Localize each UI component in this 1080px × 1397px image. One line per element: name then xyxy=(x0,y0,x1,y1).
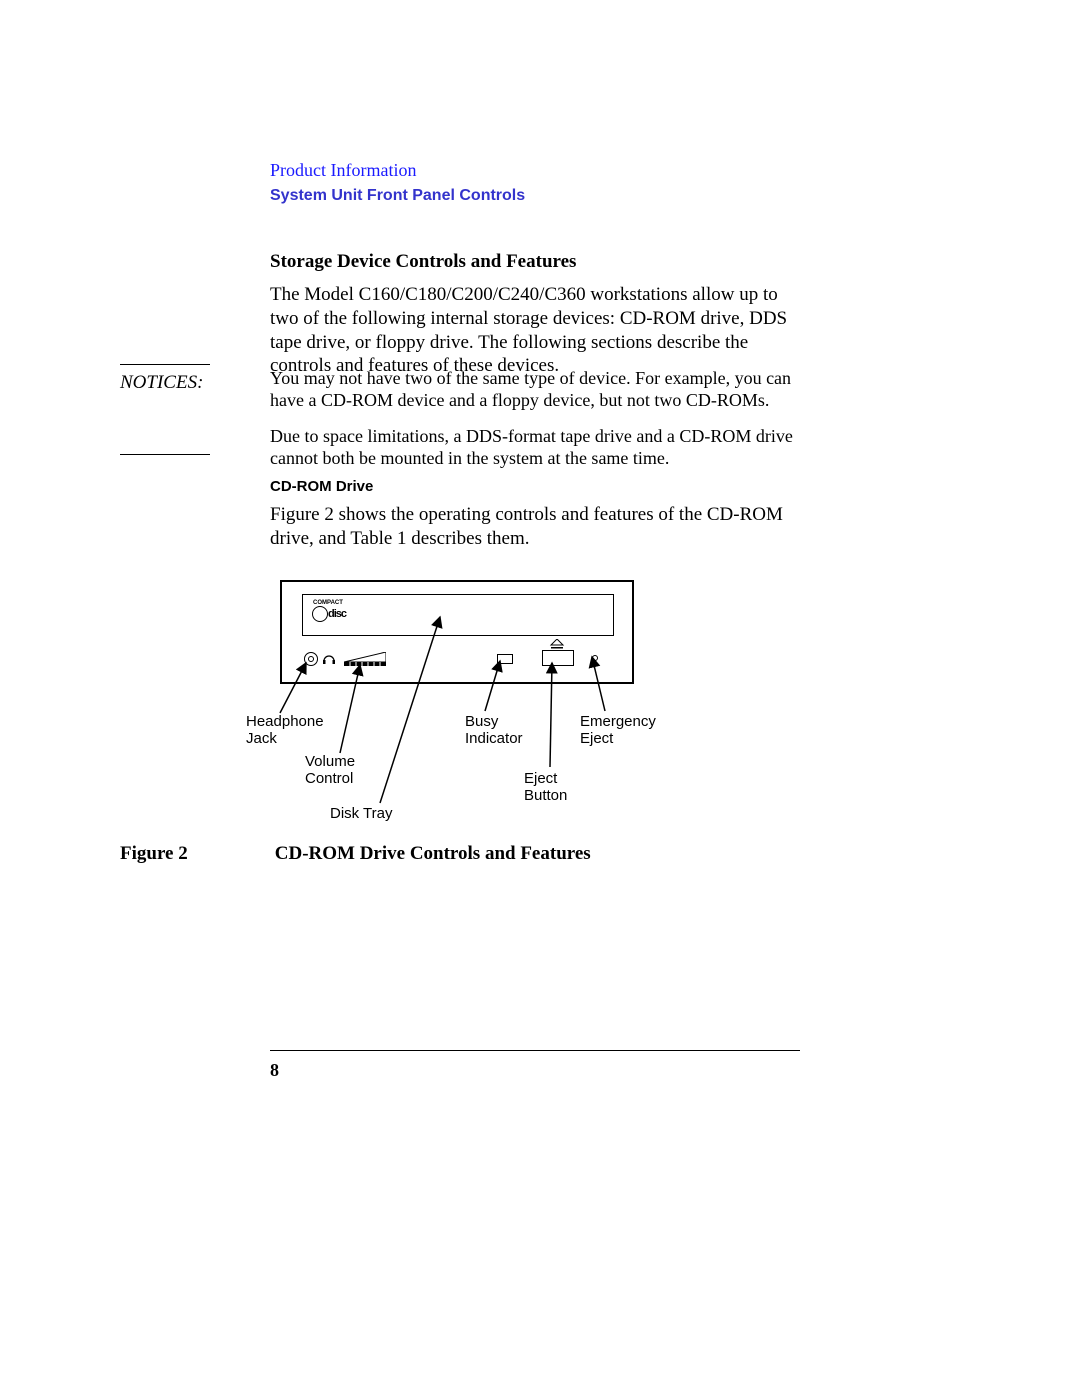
breadcrumb-product-info: Product Information xyxy=(270,160,800,181)
emergency-eject-hole-icon xyxy=(592,655,598,661)
cdrom-intro: Figure 2 shows the operating controls an… xyxy=(270,503,800,551)
page-number: 8 xyxy=(270,1060,279,1081)
document-page: Product Information System Unit Front Pa… xyxy=(0,0,1080,1397)
notices-block: You may not have two of the same type of… xyxy=(270,368,800,484)
callout-disk-tray: Disk Tray xyxy=(330,805,393,822)
callout-volume-control: VolumeControl xyxy=(305,753,355,788)
notices-label: NOTICES: xyxy=(120,372,203,394)
notices-rule-bottom xyxy=(120,454,210,455)
page-header: Product Information System Unit Front Pa… xyxy=(270,160,800,378)
breadcrumb-section: System Unit Front Panel Controls xyxy=(270,187,800,205)
figure-caption: Figure 2 CD-ROM Drive Controls and Featu… xyxy=(120,843,800,865)
headphone-jack-icon xyxy=(304,652,318,666)
section-intro: The Model C160/C180/C200/C240/C360 works… xyxy=(270,283,800,378)
section-title: Storage Device Controls and Features xyxy=(270,251,800,273)
callout-eject-button: EjectButton xyxy=(524,770,567,805)
eject-symbol-icon xyxy=(549,639,565,649)
footer-rule xyxy=(270,1050,800,1051)
callout-busy-indicator: BusyIndicator xyxy=(465,713,523,748)
headphones-icon xyxy=(322,652,336,666)
cdrom-drive-outline: COMPACT disc xyxy=(280,580,634,684)
compact-disc-logo-icon: COMPACT disc xyxy=(310,600,346,628)
callout-emergency-eject: EmergencyEject xyxy=(580,713,656,748)
notices-para-2: Due to space limitations, a DDS-format t… xyxy=(270,426,800,470)
eject-button-icon xyxy=(542,650,574,666)
volume-control-icon xyxy=(344,652,386,666)
notices-para-1: You may not have two of the same type of… xyxy=(270,368,800,412)
notices-rule-top xyxy=(120,364,210,365)
busy-indicator-icon xyxy=(497,654,513,664)
figure-cdrom-drive: COMPACT disc xyxy=(270,575,670,835)
figure-caption-text: CD-ROM Drive Controls and Features xyxy=(275,843,591,864)
disk-tray-icon xyxy=(302,594,614,636)
cdrom-subheading: CD-ROM Drive xyxy=(270,478,373,495)
callout-headphone-jack: HeadphoneJack xyxy=(246,713,324,748)
figure-number: Figure 2 xyxy=(120,843,270,865)
